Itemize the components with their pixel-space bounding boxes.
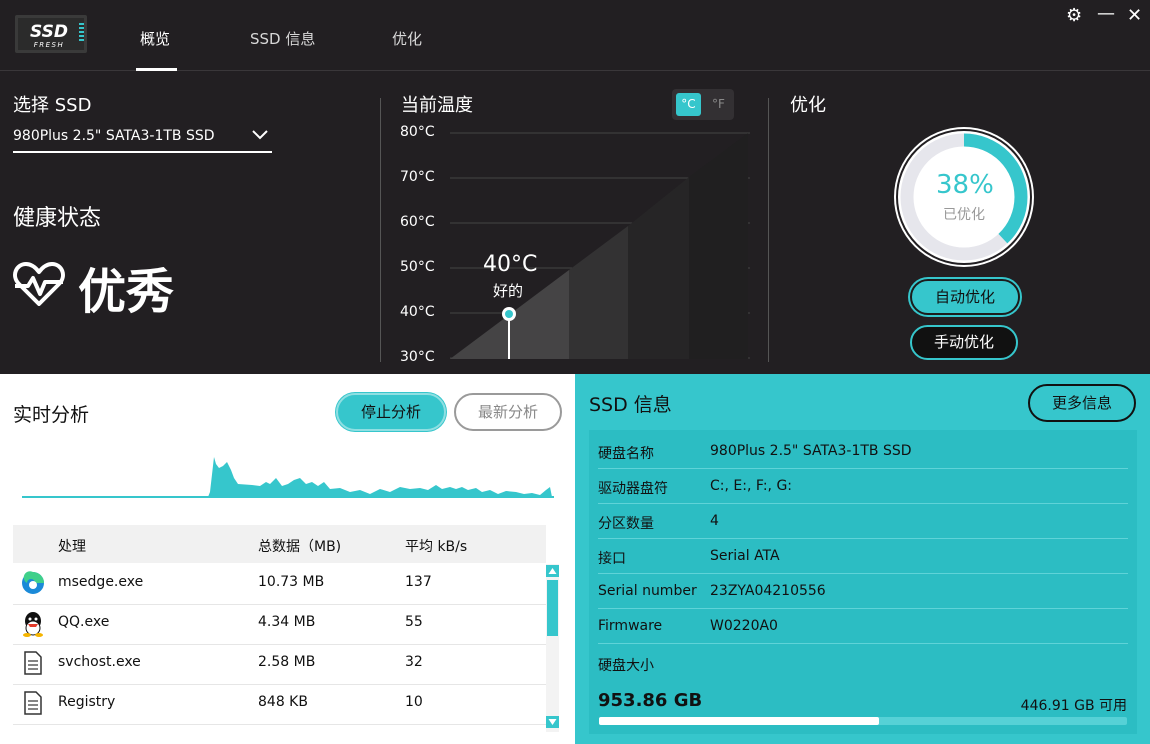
svg-text:SSD: SSD bbox=[30, 22, 68, 42]
manual-optimize-button[interactable]: 手动优化 bbox=[910, 325, 1018, 360]
ssd-info-title: SSD 信息 bbox=[589, 394, 672, 416]
file-icon bbox=[24, 691, 42, 715]
row-divider bbox=[598, 643, 1128, 644]
row-divider bbox=[598, 538, 1128, 539]
info-value-disk-name: 980Plus 2.5" SATA3-1TB SSD bbox=[710, 443, 912, 459]
file-icon bbox=[24, 651, 42, 675]
celsius-button[interactable]: °C bbox=[676, 93, 701, 116]
temp-tick: 80°C bbox=[400, 124, 435, 140]
tab-ssd-info[interactable]: SSD 信息 bbox=[250, 28, 315, 49]
capacity-bar bbox=[599, 717, 1127, 725]
info-value-partitions: 4 bbox=[710, 513, 719, 529]
capacity-label: 硬盘大小 bbox=[598, 658, 654, 674]
process-total: 4.34 MB bbox=[258, 614, 316, 630]
health-title: 健康状态 bbox=[13, 206, 102, 231]
optimize-title: 优化 bbox=[790, 95, 826, 116]
close-icon[interactable]: ✕ bbox=[1127, 6, 1142, 26]
temp-tick: 70°C bbox=[400, 169, 435, 185]
row-divider bbox=[598, 468, 1128, 469]
temp-tick: 60°C bbox=[400, 214, 435, 230]
process-name: QQ.exe bbox=[58, 614, 110, 630]
process-name: Registry bbox=[58, 694, 116, 710]
tab-optimize[interactable]: 优化 bbox=[392, 28, 422, 49]
capacity-total: 953.86 GB bbox=[598, 690, 703, 711]
process-avg: 10 bbox=[405, 694, 423, 710]
info-key-drive-letters: 驱动器盘符 bbox=[598, 481, 668, 497]
info-value-firmware: W0220A0 bbox=[710, 618, 778, 634]
minimize-icon[interactable]: — bbox=[1097, 4, 1115, 24]
row-divider bbox=[598, 608, 1128, 609]
temp-tick: 50°C bbox=[400, 259, 435, 275]
stop-analysis-button[interactable]: 停止分析 bbox=[336, 393, 446, 431]
heartbeat-icon bbox=[13, 262, 65, 306]
qq-icon bbox=[23, 612, 43, 637]
current-temperature: 40°C bbox=[483, 252, 538, 277]
select-ssd-title: 选择 SSD bbox=[13, 95, 92, 116]
auto-optimize-button[interactable]: 自动优化 bbox=[910, 279, 1020, 315]
row-divider bbox=[598, 503, 1128, 504]
temp-tick: 40°C bbox=[400, 304, 435, 320]
unit-toggle[interactable]: °C °F bbox=[672, 89, 734, 120]
info-value-serial: 23ZYA04210556 bbox=[710, 583, 826, 599]
health-status-value: 优秀 bbox=[78, 264, 175, 320]
process-total: 10.73 MB bbox=[258, 574, 325, 590]
process-name: msedge.exe bbox=[58, 574, 144, 590]
ssd-dropdown[interactable]: 980Plus 2.5" SATA3-1TB SSD bbox=[13, 125, 272, 153]
settings-gear-icon[interactable]: ⚙ bbox=[1066, 6, 1082, 26]
tab-overview[interactable]: 概览 bbox=[140, 28, 170, 49]
info-value-interface: Serial ATA bbox=[710, 548, 780, 564]
process-total: 2.58 MB bbox=[258, 654, 316, 670]
divider bbox=[768, 98, 769, 362]
optimize-percent: 38% bbox=[936, 170, 994, 200]
process-avg: 32 bbox=[405, 654, 423, 670]
info-key-firmware: Firmware bbox=[598, 618, 663, 634]
temperature-gauge bbox=[450, 132, 750, 359]
scroll-up-icon[interactable] bbox=[546, 565, 559, 577]
ssd-fresh-logo: SSD FRESH bbox=[15, 15, 87, 53]
row-divider bbox=[598, 573, 1128, 574]
process-avg: 137 bbox=[405, 574, 432, 590]
latest-analysis-button[interactable]: 最新分析 bbox=[454, 393, 562, 431]
process-total: 848 KB bbox=[258, 694, 308, 710]
chevron-down-icon bbox=[252, 130, 268, 140]
temperature-status: 好的 bbox=[493, 282, 524, 300]
svg-text:FRESH: FRESH bbox=[34, 41, 65, 49]
temperature-title: 当前温度 bbox=[401, 95, 473, 116]
info-value-drive-letters: C:, E:, F:, G: bbox=[710, 478, 793, 494]
process-avg: 55 bbox=[405, 614, 423, 630]
ssd-info-card bbox=[589, 430, 1137, 734]
active-tab-underline bbox=[136, 68, 177, 71]
optimize-sub-label: 已优化 bbox=[943, 207, 985, 223]
realtime-activity-graph bbox=[22, 457, 554, 498]
col-total-data: 总数据（MB) bbox=[258, 539, 342, 555]
col-process: 处理 bbox=[58, 539, 86, 555]
fahrenheit-button[interactable]: °F bbox=[706, 93, 731, 116]
info-key-disk-name: 硬盘名称 bbox=[598, 446, 654, 462]
ssd-dropdown-value: 980Plus 2.5" SATA3-1TB SSD bbox=[13, 128, 215, 144]
more-info-button[interactable]: 更多信息 bbox=[1028, 384, 1136, 422]
temp-tick: 30°C bbox=[400, 349, 435, 365]
col-average-speed: 平均 kB/s bbox=[405, 539, 468, 555]
divider bbox=[380, 98, 381, 362]
realtime-title: 实时分析 bbox=[13, 404, 90, 426]
info-key-serial: Serial number bbox=[598, 583, 697, 599]
info-key-partitions: 分区数量 bbox=[598, 516, 654, 532]
scrollbar-thumb[interactable] bbox=[547, 580, 558, 636]
capacity-free: 446.91 GB 可用 bbox=[1020, 698, 1127, 714]
capacity-bar-fill bbox=[599, 717, 879, 725]
process-name: svchost.exe bbox=[58, 654, 141, 670]
info-key-interface: 接口 bbox=[598, 551, 626, 567]
edge-icon bbox=[22, 571, 44, 594]
scroll-down-icon[interactable] bbox=[546, 716, 559, 728]
